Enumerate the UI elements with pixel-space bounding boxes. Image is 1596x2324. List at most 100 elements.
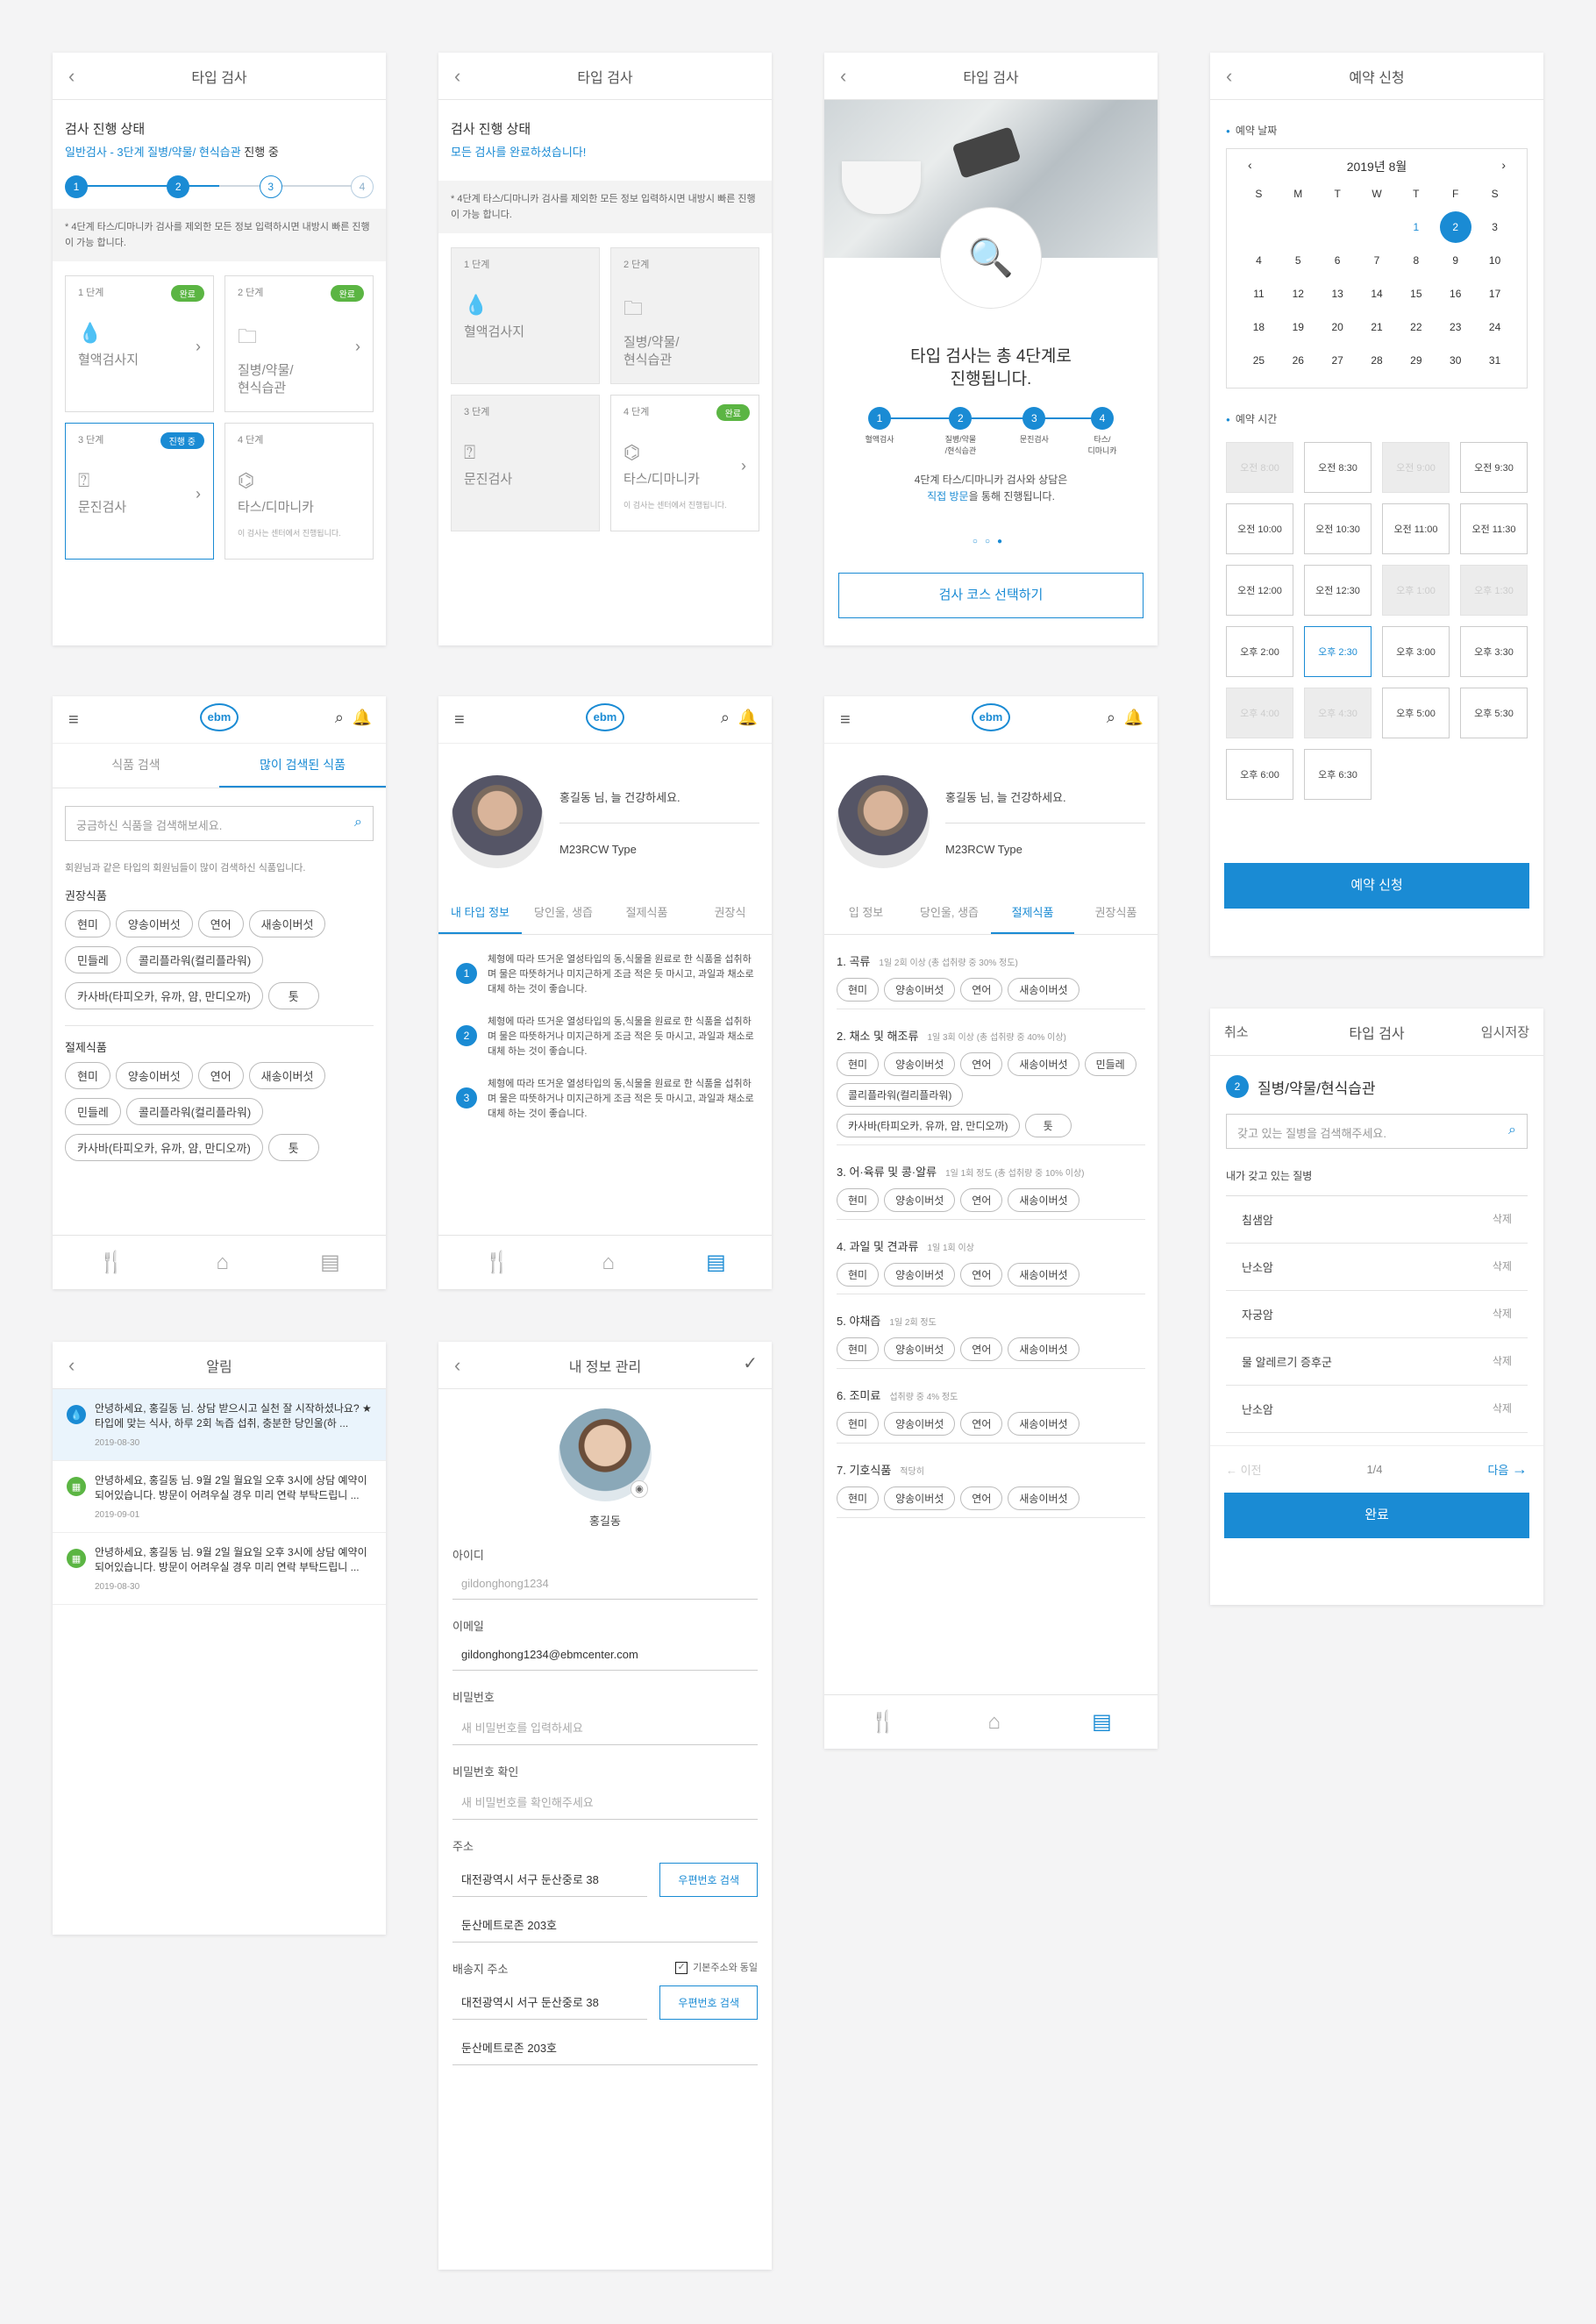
food-pill[interactable]: 현미 xyxy=(837,1412,880,1436)
food-pill[interactable]: 새송이버섯 xyxy=(1008,1337,1079,1361)
home-icon[interactable]: ⌂ xyxy=(216,1251,229,1275)
calendar-day[interactable]: 9 xyxy=(1436,254,1475,267)
tab-recommended[interactable]: 권장식 xyxy=(688,891,772,934)
food-pill[interactable]: 현미 xyxy=(837,1337,880,1361)
time-slot[interactable]: 오후 6:30 xyxy=(1304,749,1372,800)
search-icon[interactable]: ⌕ xyxy=(354,815,362,831)
calendar-day[interactable]: 22 xyxy=(1396,321,1436,333)
tab-food-search[interactable]: 식품 검색 xyxy=(53,744,219,788)
password-confirm-input[interactable]: 새 비밀번호를 확인해주세요 xyxy=(452,1788,758,1820)
calendar-day[interactable]: 25 xyxy=(1239,354,1279,367)
notification-item[interactable]: ▦ 안녕하세요, 홍길동 님. 9월 2일 월요일 오후 3시에 상담 예약이 … xyxy=(53,1533,386,1605)
report-icon[interactable]: ▤ xyxy=(1092,1709,1112,1735)
food-pill[interactable]: 양송이버섯 xyxy=(884,1263,956,1287)
food-pill[interactable]: 민들레 xyxy=(65,1098,121,1125)
food-pill[interactable]: 새송이버섯 xyxy=(248,910,326,937)
prev-button[interactable]: ← 이전 xyxy=(1226,1461,1262,1478)
food-pill[interactable]: 톳 xyxy=(267,982,319,1009)
calendar-day[interactable]: 17 xyxy=(1475,288,1514,300)
food-pill[interactable]: 연어 xyxy=(960,978,1003,1002)
dot-1[interactable]: ○ xyxy=(973,537,985,546)
food-pill[interactable]: 새송이버섯 xyxy=(248,1062,326,1089)
calendar-day[interactable]: 14 xyxy=(1357,288,1397,300)
food-pill[interactable]: 연어 xyxy=(960,1188,1003,1212)
food-pill[interactable]: 새송이버섯 xyxy=(1008,1188,1079,1212)
food-pill[interactable]: 민들레 xyxy=(1084,1052,1136,1076)
prev-month-icon[interactable]: ‹ xyxy=(1248,158,1252,175)
time-slot[interactable]: 오전 11:00 xyxy=(1382,503,1450,554)
time-slot[interactable]: 오후 2:30 xyxy=(1304,626,1372,677)
time-slot[interactable]: 오전 8:30 xyxy=(1304,442,1372,493)
calendar-day[interactable]: 12 xyxy=(1279,288,1318,300)
menu-icon[interactable]: ≡ xyxy=(840,710,851,731)
search-icon[interactable]: ⌕ xyxy=(335,709,344,727)
home-icon[interactable]: ⌂ xyxy=(987,1710,1001,1735)
food-pill[interactable]: 카사바(타피오카, 유까, 얌, 만디오까) xyxy=(837,1114,1020,1137)
reserve-button[interactable]: 예약 신청 xyxy=(1224,863,1529,909)
cancel-button[interactable]: 취소 xyxy=(1224,1023,1249,1041)
food-pill[interactable]: 양송이버섯 xyxy=(884,1337,956,1361)
food-utensils-icon[interactable]: 🍴 xyxy=(98,1250,125,1275)
food-pill[interactable]: 양송이버섯 xyxy=(115,910,193,937)
calendar-day[interactable]: 3 xyxy=(1475,221,1514,233)
menu-icon[interactable]: ≡ xyxy=(68,710,79,731)
delete-button[interactable]: 삭제 xyxy=(1493,1258,1512,1275)
time-slot[interactable]: 오후 3:30 xyxy=(1460,626,1528,677)
food-pill[interactable]: 연어 xyxy=(960,1412,1003,1436)
food-pill[interactable]: 콜리플라워(컬리플라워) xyxy=(837,1083,964,1107)
tab-my-type[interactable]: 입 정보 xyxy=(824,891,908,934)
bell-icon[interactable]: 🔔 xyxy=(1124,709,1144,727)
food-pill[interactable]: 톳 xyxy=(267,1134,319,1161)
food-pill[interactable]: 양송이버섯 xyxy=(884,978,956,1002)
food-pill[interactable]: 양송이버섯 xyxy=(884,1188,956,1212)
back-icon[interactable]: ‹ xyxy=(454,65,460,88)
dot-2[interactable]: ○ xyxy=(985,537,997,546)
home-icon[interactable]: ⌂ xyxy=(602,1251,615,1275)
delete-button[interactable]: 삭제 xyxy=(1493,1353,1512,1370)
food-pill[interactable]: 양송이버섯 xyxy=(884,1486,956,1510)
food-pill[interactable]: 연어 xyxy=(960,1052,1003,1076)
tab-popular-foods[interactable]: 많이 검색된 식품 xyxy=(219,744,386,788)
delete-button[interactable]: 삭제 xyxy=(1493,1401,1512,1417)
calendar-day[interactable]: 15 xyxy=(1396,288,1436,300)
calendar-day[interactable]: 11 xyxy=(1239,288,1279,300)
back-icon[interactable]: ‹ xyxy=(68,1354,75,1377)
food-pill[interactable]: 연어 xyxy=(960,1337,1003,1361)
food-pill[interactable]: 새송이버섯 xyxy=(1008,978,1079,1002)
complete-button[interactable]: 완료 xyxy=(1224,1493,1529,1538)
next-button[interactable]: 다음 → xyxy=(1487,1460,1528,1479)
password-input[interactable]: 새 비밀번호를 입력하세요 xyxy=(452,1714,758,1745)
step-card-2[interactable]: 2 단계 완료 🗀 질병/약물/ 현식습관 › xyxy=(224,275,374,412)
time-slot[interactable]: 오전 12:00 xyxy=(1226,565,1293,616)
time-slot[interactable]: 오후 2:00 xyxy=(1226,626,1293,677)
calendar-day[interactable]: 30 xyxy=(1436,354,1475,367)
food-pill[interactable]: 현미 xyxy=(837,1188,880,1212)
food-utensils-icon[interactable]: 🍴 xyxy=(870,1709,896,1735)
tab-juice[interactable]: 당인울, 생즙 xyxy=(908,891,991,934)
time-slot[interactable]: 오후 6:00 xyxy=(1226,749,1293,800)
time-slot[interactable]: 오전 12:30 xyxy=(1304,565,1372,616)
food-pill[interactable]: 민들레 xyxy=(65,946,121,973)
select-course-button[interactable]: 검사 코스 선택하기 xyxy=(838,573,1144,618)
time-slot[interactable]: 오전 10:30 xyxy=(1304,503,1372,554)
back-icon[interactable]: ‹ xyxy=(1226,65,1232,88)
camera-icon[interactable]: ◉ xyxy=(631,1480,648,1498)
calendar-day[interactable]: 18 xyxy=(1239,321,1279,333)
calendar-day[interactable]: 4 xyxy=(1239,254,1279,267)
calendar-day[interactable]: 31 xyxy=(1475,354,1514,367)
step-card-4[interactable]: 4 단계 완료 ⌬ 타스/디마니카 › 이 검사는 센터에서 진행됩니다. xyxy=(610,395,759,531)
food-pill[interactable]: 콜리플라워(컬리플라워) xyxy=(125,946,264,973)
food-search-input[interactable]: 궁금하신 식품을 검색해보세요. ⌕ xyxy=(65,806,374,841)
food-pill[interactable]: 연어 xyxy=(960,1263,1003,1287)
tab-my-type[interactable]: 내 타입 정보 xyxy=(438,891,522,934)
food-pill[interactable]: 현미 xyxy=(65,1062,110,1089)
menu-icon[interactable]: ≡ xyxy=(454,710,465,731)
back-icon[interactable]: ‹ xyxy=(454,1354,460,1377)
calendar-day[interactable]: 8 xyxy=(1396,254,1436,267)
food-utensils-icon[interactable]: 🍴 xyxy=(484,1250,510,1275)
dot-3[interactable]: ● xyxy=(997,537,1009,546)
food-pill[interactable]: 콜리플라워(컬리플라워) xyxy=(125,1098,264,1125)
food-pill[interactable]: 연어 xyxy=(197,910,244,937)
selected-day[interactable]: 2 xyxy=(1439,211,1471,243)
search-icon[interactable]: ⌕ xyxy=(1508,1123,1516,1138)
